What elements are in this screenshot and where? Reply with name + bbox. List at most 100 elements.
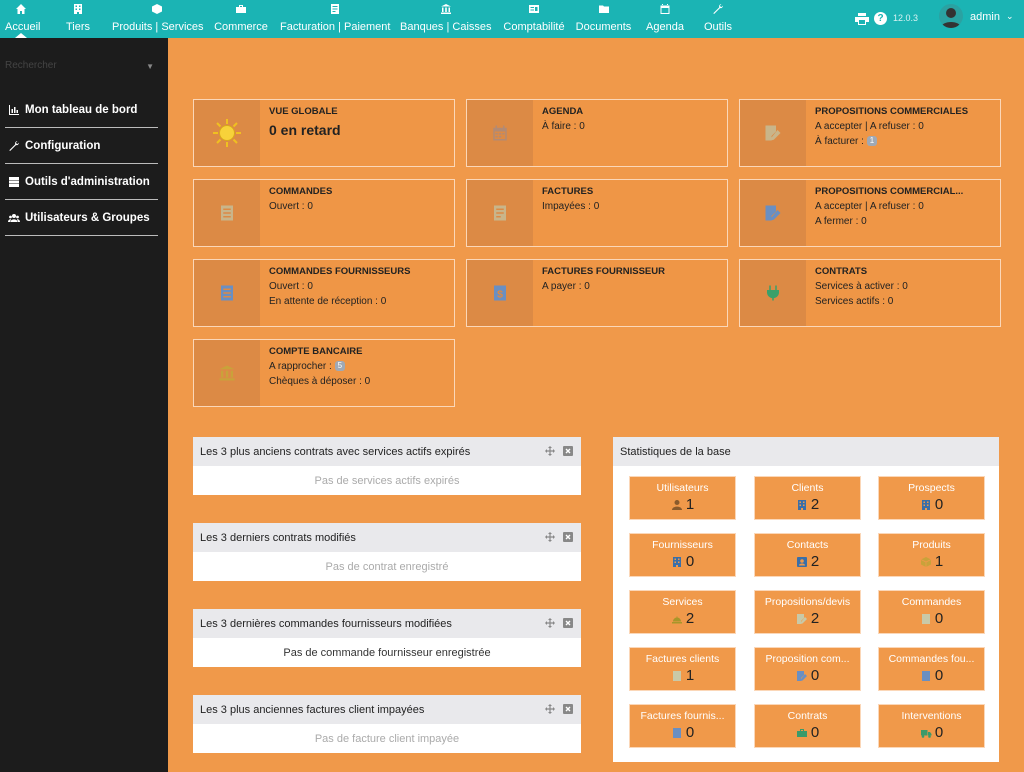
box-icon-cell (194, 100, 260, 166)
sidebar-item-dashboard[interactable]: Mon tableau de bord (5, 92, 158, 128)
box-line[interactable]: Impayées : 0 (542, 201, 723, 212)
box-line[interactable]: Ouvert : 0 (269, 201, 450, 212)
stat-commandes[interactable]: Commandes 0 (878, 590, 985, 634)
close-icon[interactable] (563, 704, 573, 714)
bank-icon (219, 365, 235, 381)
menu-comptabilite[interactable]: Comptabilité (503, 0, 565, 38)
box-title: COMMANDES (269, 186, 333, 197)
box-line[interactable]: A accepter | A refuser : 0 (815, 201, 996, 212)
stat-prospects[interactable]: Prospects 0 (878, 476, 985, 520)
count-badge: 1 (866, 136, 878, 147)
close-icon[interactable] (563, 532, 573, 542)
sidebar-item-users-groups[interactable]: Utilisateurs & Groupes (5, 200, 158, 236)
stat-label: Proposition com... (765, 653, 850, 665)
chevron-down-icon[interactable]: ⌄ (1006, 11, 1014, 22)
stat-value: 0 (934, 496, 944, 513)
order-icon (221, 205, 233, 221)
stat-value: 0 (934, 724, 944, 741)
stat-commandes-fou[interactable]: Commandes fou... 0 (878, 647, 985, 691)
menu-facturation-paiement[interactable]: Facturation | Paiement (280, 0, 390, 38)
print-icon[interactable] (855, 13, 869, 25)
sidebar-item-configuration[interactable]: Configuration (5, 128, 158, 164)
box-propositions[interactable]: PROPOSITIONS COMMERCIALES A accepter | A… (739, 99, 1001, 167)
close-icon[interactable] (563, 618, 573, 628)
stat-value: 1 (685, 667, 695, 684)
box-line-label: À facturer : (815, 136, 867, 147)
menu-agenda[interactable]: Agenda (645, 0, 685, 38)
sidebar-item-label: Outils d'administration (25, 175, 150, 188)
stat-clients[interactable]: Clients 2 (754, 476, 861, 520)
stat-interventions[interactable]: Interventions 0 (878, 704, 985, 748)
menu-accueil[interactable]: Accueil (5, 0, 40, 38)
user-name[interactable]: admin (970, 11, 1000, 23)
box-icon-cell (467, 100, 533, 166)
menu-documents[interactable]: Documents (575, 0, 632, 38)
box-line[interactable]: Services à activer : 0 (815, 281, 996, 292)
stat-factures-fournis[interactable]: Factures fournis... 0 (629, 704, 736, 748)
panel-contrats-expires: Les 3 plus anciens contrats avec service… (193, 437, 581, 495)
order-icon (921, 670, 930, 681)
panel-empty-message: Pas de commande fournisseur enregistrée (283, 646, 491, 659)
box-agenda[interactable]: AGENDA À faire : 0 (466, 99, 728, 167)
help-icon[interactable]: ? (874, 12, 887, 25)
box-line[interactable]: A rapprocher : 5 (269, 361, 450, 372)
menu-outils[interactable]: Outils (703, 0, 733, 38)
stat-proposition-com[interactable]: Proposition com... 0 (754, 647, 861, 691)
box-contrats[interactable]: CONTRATS Services à activer : 0 Services… (739, 259, 1001, 327)
menu-banques-caisses[interactable]: Banques | Caisses (400, 0, 492, 38)
order-icon (221, 285, 233, 301)
box-icon-cell (194, 260, 260, 326)
box-line[interactable]: A payer : 0 (542, 281, 723, 292)
box-icon-cell (194, 180, 260, 246)
box-propositions-fermer[interactable]: PROPOSITIONS COMMERCIAL... A accepter | … (739, 179, 1001, 247)
avatar[interactable] (939, 4, 963, 28)
box-icon-cell (467, 180, 533, 246)
top-navigation-bar: Accueil Tiers Produits | Services Commer… (0, 0, 1024, 38)
stat-factures-clients[interactable]: Factures clients 1 (629, 647, 736, 691)
box-line[interactable]: En attente de réception : 0 (269, 296, 450, 307)
stat-utilisateurs[interactable]: Utilisateurs 1 (629, 476, 736, 520)
close-icon[interactable] (563, 446, 573, 456)
move-icon[interactable] (545, 704, 555, 714)
box-line[interactable]: À facturer : 1 (815, 136, 996, 147)
box-vue-globale[interactable]: VUE GLOBALE 0 en retard (193, 99, 455, 167)
stat-value: 2 (810, 610, 820, 627)
menu-commerce[interactable]: Commerce (214, 0, 268, 38)
stat-services[interactable]: Services 2 (629, 590, 736, 634)
panel-title: Les 3 derniers contrats modifiés (200, 531, 356, 544)
stat-propositions-devis[interactable]: Propositions/devis 2 (754, 590, 861, 634)
bill-icon (494, 205, 506, 221)
box-line[interactable]: Ouvert : 0 (269, 281, 450, 292)
box-line[interactable]: A fermer : 0 (815, 216, 996, 227)
box-title: CONTRATS (815, 266, 868, 277)
box-line[interactable]: À faire : 0 (542, 121, 723, 132)
stat-contacts[interactable]: Contacts 2 (754, 533, 861, 577)
stat-fournisseurs[interactable]: Fournisseurs 0 (629, 533, 736, 577)
panel-contrats-modifies: Les 3 derniers contrats modifiés Pas de … (193, 523, 581, 581)
box-factures[interactable]: FACTURES Impayées : 0 (466, 179, 728, 247)
box-line[interactable]: Services actifs : 0 (815, 296, 996, 307)
sidebar-item-admin-tools[interactable]: Outils d'administration (5, 164, 158, 200)
late-count[interactable]: 0 en retard (269, 122, 450, 138)
box-factures-fournisseur[interactable]: $ FACTURES FOURNISSEUR A payer : 0 (466, 259, 728, 327)
move-icon[interactable] (545, 532, 555, 542)
box-line[interactable]: Chèques à déposer : 0 (269, 376, 450, 387)
stat-label: Propositions/devis (764, 596, 851, 608)
box-commandes-fournisseurs[interactable]: COMMANDES FOURNISSEURS Ouvert : 0 En att… (193, 259, 455, 327)
menu-produits-services[interactable]: Produits | Services (112, 0, 204, 38)
menu-tiers[interactable]: Tiers (64, 0, 92, 38)
stat-label: Commandes (901, 596, 962, 608)
box-icon-cell (194, 340, 260, 406)
svg-text:$: $ (497, 289, 503, 301)
stat-produits[interactable]: Produits 1 (878, 533, 985, 577)
box-line[interactable]: A accepter | A refuser : 0 (815, 121, 996, 132)
box-line-label: A rapprocher : (269, 361, 335, 372)
move-icon[interactable] (545, 446, 555, 456)
box-compte-bancaire[interactable]: COMPTE BANCAIRE A rapprocher : 5 Chèques… (193, 339, 455, 407)
stat-contrats[interactable]: Contrats 0 (754, 704, 861, 748)
move-icon[interactable] (545, 618, 555, 628)
propal-icon (796, 613, 807, 624)
search-select[interactable]: Rechercher ▼ (5, 60, 158, 76)
box-icon-cell (740, 260, 806, 326)
box-commandes[interactable]: COMMANDES Ouvert : 0 (193, 179, 455, 247)
